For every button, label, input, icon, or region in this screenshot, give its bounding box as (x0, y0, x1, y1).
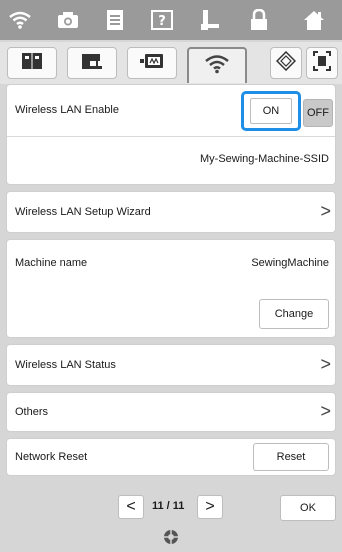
tab-screen[interactable] (306, 47, 338, 79)
network-reset-panel: Network Reset Reset (6, 438, 336, 476)
divider (7, 136, 335, 137)
document-icon[interactable] (101, 6, 129, 34)
prev-page-button[interactable]: < (118, 495, 144, 519)
screen-frame-icon (313, 50, 331, 76)
chevron-right-icon: > (320, 354, 331, 374)
tab-book[interactable] (7, 47, 57, 79)
svg-text:?: ? (158, 14, 166, 29)
sewing-foot-icon[interactable] (196, 6, 224, 34)
tab-embroidery[interactable] (127, 47, 177, 79)
wlan-status-label: Wireless LAN Status (15, 359, 116, 371)
wlan-enable-label: Wireless LAN Enable (15, 104, 119, 116)
settings-diamond-icon (275, 50, 297, 76)
machine-name-panel: Machine name SewingMachine Change (6, 239, 336, 338)
camera-icon[interactable] (54, 6, 82, 34)
ssid-value: My-Sewing-Machine-SSID (200, 153, 329, 165)
chevron-right-icon: > (320, 401, 331, 421)
wlan-off-button[interactable]: OFF (303, 99, 333, 127)
tab-sewing[interactable] (67, 47, 117, 79)
setup-wizard-row[interactable]: Wireless LAN Setup Wizard > (6, 191, 336, 233)
machine-name-value: SewingMachine (251, 257, 329, 269)
others-label: Others (15, 406, 49, 418)
next-page-button[interactable]: > (197, 495, 223, 519)
machine-name-label: Machine name (15, 257, 88, 269)
tab-wireless[interactable] (187, 47, 247, 83)
others-row[interactable]: Others > (6, 392, 336, 432)
page-indicator: 11 / 11 (152, 500, 185, 512)
ok-button[interactable]: OK (280, 495, 336, 521)
wifi-icon[interactable] (6, 6, 34, 34)
lock-icon[interactable] (245, 6, 273, 34)
wlan-status-row[interactable]: Wireless LAN Status > (6, 344, 336, 386)
reset-button[interactable]: Reset (253, 443, 329, 471)
help-icon[interactable]: ? (148, 6, 176, 34)
wlan-on-button[interactable]: ON (241, 91, 301, 131)
home-icon[interactable] (300, 6, 328, 34)
wifi-icon (204, 54, 230, 79)
sewing-machine-icon (80, 52, 104, 75)
change-button[interactable]: Change (259, 299, 329, 329)
tab-settings[interactable] (270, 47, 302, 79)
status-bar: ? (0, 0, 342, 40)
sewing-gear-icon[interactable] (163, 529, 179, 550)
wlan-enable-panel: Wireless LAN Enable ON OFF My-Sewing-Mac… (6, 84, 336, 185)
book-icon (21, 52, 43, 75)
tab-row (0, 42, 342, 84)
embroidery-frame-icon (139, 52, 165, 75)
setup-wizard-label: Wireless LAN Setup Wizard (15, 206, 151, 218)
network-reset-label: Network Reset (15, 451, 88, 463)
chevron-right-icon: > (320, 201, 331, 221)
wlan-on-label: ON (250, 98, 292, 124)
